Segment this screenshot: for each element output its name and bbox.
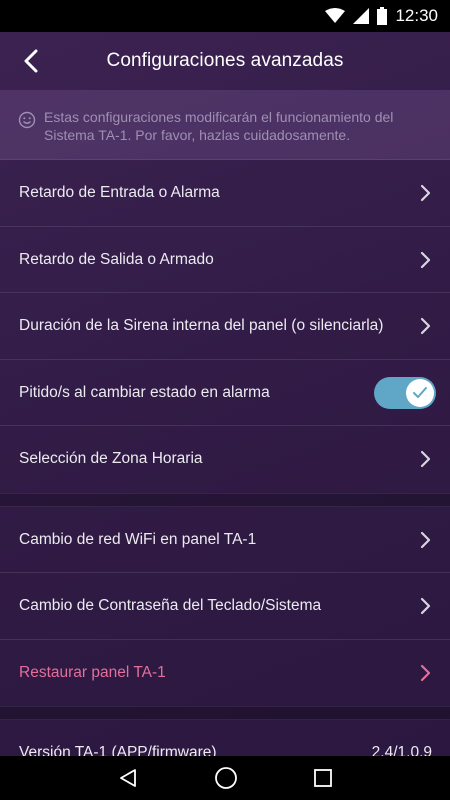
chevron-right-icon [420,664,431,681]
version-value: 2.4/1.0.9 [371,744,432,756]
back-arrow-icon [24,49,38,73]
smiley-icon [18,111,36,129]
setting-restore-panel[interactable]: Restaurar panel TA-1 [0,640,450,707]
chevron-right-icon [420,185,431,202]
setting-label: Cambio de Contraseña del Teclado/Sistema [19,597,322,615]
setting-label: Retardo de Salida o Armado [19,250,214,268]
notice-text: Estas configuraciones modificarán el fun… [44,109,394,143]
settings-section-1: Retardo de Entrada o Alarma Retardo de S… [0,160,450,493]
alarm-beep-toggle[interactable] [374,376,436,409]
setting-siren-duration[interactable]: Duración de la Sirena interna del panel … [0,293,450,360]
section-divider [0,492,450,507]
chevron-right-icon [420,531,431,548]
page-title: Configuraciones avanzadas [106,50,344,71]
status-time: 12:30 [395,6,438,25]
chevron-right-icon [420,598,431,615]
warning-notice: Estas configuraciones modificarán el fun… [0,90,450,160]
toolbar: Configuraciones avanzadas [0,32,450,90]
chevron-right-icon [420,451,431,468]
setting-alarm-beep: Pitido/s al cambiar estado en alarma [0,360,450,427]
setting-entry-delay[interactable]: Retardo de Entrada o Alarma [0,160,450,227]
section-divider [0,706,450,720]
version-label: Versión TA-1 (APP/firmware) [19,744,217,756]
version-row: Versión TA-1 (APP/firmware) 2.4/1.0.9 [0,720,450,756]
check-icon [413,386,427,398]
setting-label: Cambio de red WiFi en panel TA-1 [19,530,257,548]
chevron-right-icon [420,318,431,335]
battery-icon [377,7,388,25]
back-triangle-icon[interactable] [117,767,139,789]
signal-icon [353,8,370,24]
recents-square-icon[interactable] [313,768,333,788]
setting-wifi-change[interactable]: Cambio de red WiFi en panel TA-1 [0,507,450,574]
app-screen: Configuraciones avanzadas Estas configur… [0,32,450,756]
settings-section-2: Cambio de red WiFi en panel TA-1 Cambio … [0,507,450,707]
setting-label: Selección de Zona Horaria [19,450,203,468]
wifi-icon [325,8,346,23]
back-button[interactable] [14,44,48,78]
setting-password-change[interactable]: Cambio de Contraseña del Teclado/Sistema [0,573,450,640]
status-bar: 12:30 [0,0,450,32]
setting-label: Retardo de Entrada o Alarma [19,184,220,202]
setting-time-zone[interactable]: Selección de Zona Horaria [0,426,450,493]
setting-label: Pitido/s al cambiar estado en alarma [19,383,270,401]
setting-label: Duración de la Sirena interna del panel … [19,317,384,335]
setting-label: Restaurar panel TA-1 [19,663,166,681]
chevron-right-icon [420,251,431,268]
home-circle-icon[interactable] [214,766,238,790]
navigation-bar [0,756,450,800]
setting-exit-delay[interactable]: Retardo de Salida o Armado [0,227,450,294]
toggle-knob [406,378,434,407]
